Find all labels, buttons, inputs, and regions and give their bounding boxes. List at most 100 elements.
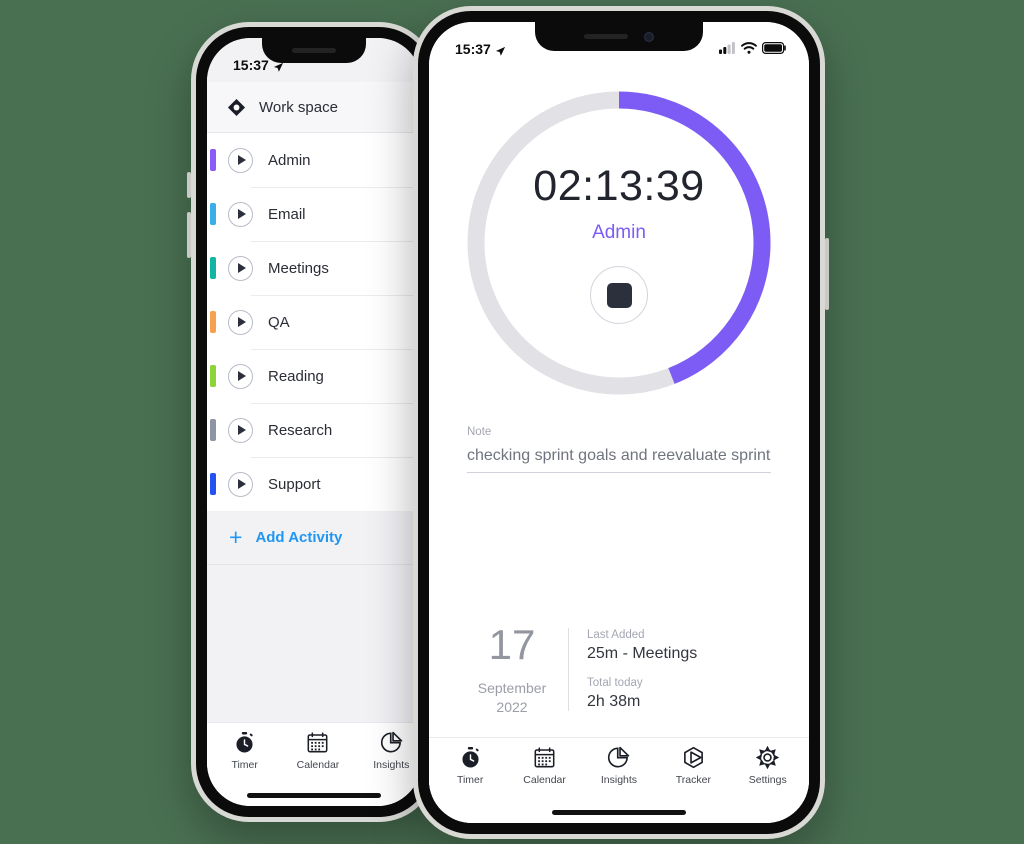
back-home-indicator (207, 784, 421, 806)
front-phone-notch (535, 22, 703, 51)
activity-color-swatch (210, 473, 216, 495)
activity-color-swatch (210, 311, 216, 333)
tab-label: Timer (456, 774, 484, 786)
activity-row-support[interactable]: Support (207, 457, 421, 511)
calendar-icon (308, 732, 328, 753)
back-phone-device: 15:37 Work space Admin Email Meetings QA… (187, 22, 437, 822)
total-today-value: 2h 38m (587, 692, 641, 710)
back-phone-bezel: 15:37 Work space Admin Email Meetings QA… (196, 27, 432, 817)
activity-color-swatch (210, 365, 216, 387)
timer-elapsed: 02:13:39 (533, 162, 705, 210)
workspace-title: Work space (259, 98, 338, 116)
front-status-left: 15:37 (455, 41, 506, 57)
activity-row-reading[interactable]: Reading (207, 349, 421, 403)
front-phone-bezel: 15:37 02:13:39 Admin Note checking sprin… (418, 11, 820, 834)
back-phone-screen: 15:37 Work space Admin Email Meetings QA… (207, 38, 421, 806)
activity-label: Admin (268, 151, 311, 169)
activity-color-swatch (210, 257, 216, 279)
stopwatch-icon (236, 731, 253, 753)
wifi-icon (741, 41, 757, 57)
earpiece-speaker (584, 34, 628, 39)
tab-label: Insights (600, 774, 638, 786)
cellular-bars-icon (719, 41, 736, 57)
tab-label: Settings (748, 774, 787, 786)
activity-row-qa[interactable]: QA (207, 295, 421, 349)
last-added-metric: Last Added 25m - Meetings (587, 629, 697, 663)
tab-calendar[interactable]: Calendar (292, 731, 343, 771)
volume-up-button[interactable] (187, 172, 191, 198)
last-added-value: 25m - Meetings (587, 644, 698, 662)
power-button[interactable] (825, 238, 829, 310)
tracker-hexagon-icon (683, 746, 703, 769)
front-phone-device: 15:37 02:13:39 Admin Note checking sprin… (413, 6, 829, 839)
tab-insights[interactable]: Insights (586, 746, 652, 786)
summary-month: September (477, 680, 547, 696)
add-activity-button[interactable]: + Add Activity (207, 511, 421, 565)
front-phone-app: 02:13:39 Admin Note checking sprint goal… (429, 22, 809, 823)
timer-progress-ring: 02:13:39 Admin (460, 84, 778, 402)
play-button[interactable] (228, 309, 253, 335)
activity-color-swatch (210, 419, 216, 441)
tab-label: Timer (231, 759, 258, 771)
tab-timer[interactable]: Timer (219, 731, 270, 771)
note-label: Note (467, 426, 492, 438)
note-input[interactable]: checking sprint goals and reevaluate spr… (467, 447, 771, 473)
activity-row-research[interactable]: Research (207, 403, 421, 457)
row-divider (251, 241, 421, 242)
activity-label: QA (268, 313, 290, 331)
location-arrow-icon (495, 44, 506, 56)
tab-tracker[interactable]: Tracker (660, 746, 726, 786)
tab-insights[interactable]: Insights (366, 731, 417, 771)
front-home-indicator (429, 801, 809, 823)
tab-label: Calendar (296, 759, 340, 771)
activity-row-meetings[interactable]: Meetings (207, 241, 421, 295)
tab-settings[interactable]: Settings (735, 746, 801, 786)
play-button[interactable] (228, 417, 253, 443)
front-tab-bar: Timer Calendar Insights Tracker Settings (429, 737, 809, 801)
row-divider (251, 349, 421, 350)
volume-down-button[interactable] (187, 212, 191, 258)
summary-day: 17 (488, 621, 536, 668)
play-button[interactable] (228, 363, 253, 389)
workspace-diamond-icon (227, 98, 246, 117)
activity-color-swatch (210, 203, 216, 225)
timer-screen: 02:13:39 Admin Note checking sprint goal… (429, 22, 809, 737)
back-phone-notch (262, 38, 366, 63)
empty-space (207, 565, 421, 722)
summary-section: 17 September 2022 Last Added 25m - Meeti… (464, 621, 774, 716)
activity-row-admin[interactable]: Admin (207, 133, 421, 187)
play-button[interactable] (228, 255, 253, 281)
play-button[interactable] (228, 471, 253, 497)
tab-calendar[interactable]: Calendar (512, 746, 578, 786)
workspace-header[interactable]: Work space (207, 82, 421, 133)
play-button[interactable] (228, 201, 253, 227)
back-phone-app: Work space Admin Email Meetings QA Readi… (207, 38, 421, 806)
stop-button[interactable] (590, 266, 648, 324)
activity-color-swatch (210, 149, 216, 171)
add-activity-label: Add Activity (255, 529, 343, 546)
tab-timer[interactable]: Timer (437, 746, 503, 786)
summary-metrics: Last Added 25m - Meetings Total today 2h… (569, 624, 697, 715)
activity-label: Support (268, 475, 321, 493)
timer-activity-name: Admin (592, 222, 646, 243)
battery-icon (762, 41, 787, 57)
scene: 15:37 Work space Admin Email Meetings QA… (0, 0, 1024, 844)
pie-chart-icon (380, 731, 403, 753)
activity-label: Reading (268, 367, 324, 385)
summary-date: 17 September 2022 (464, 621, 568, 716)
activity-label: Meetings (268, 259, 329, 277)
activity-label: Email (268, 205, 306, 223)
total-today-metric: Total today 2h 38m (587, 677, 697, 711)
front-status-right (719, 41, 787, 57)
stop-square-icon (606, 282, 632, 308)
front-camera (644, 31, 654, 42)
note-field[interactable]: Note checking sprint goals and reevaluat… (467, 426, 771, 473)
tab-label: Insights (373, 759, 410, 771)
play-button[interactable] (228, 147, 253, 173)
row-divider (251, 187, 421, 188)
activity-row-email[interactable]: Email (207, 187, 421, 241)
total-today-label: Total today (587, 676, 643, 689)
back-status-time: 15:37 (233, 57, 269, 73)
back-tab-bar: Timer Calendar Insights (207, 722, 421, 784)
gear-icon (756, 746, 780, 769)
